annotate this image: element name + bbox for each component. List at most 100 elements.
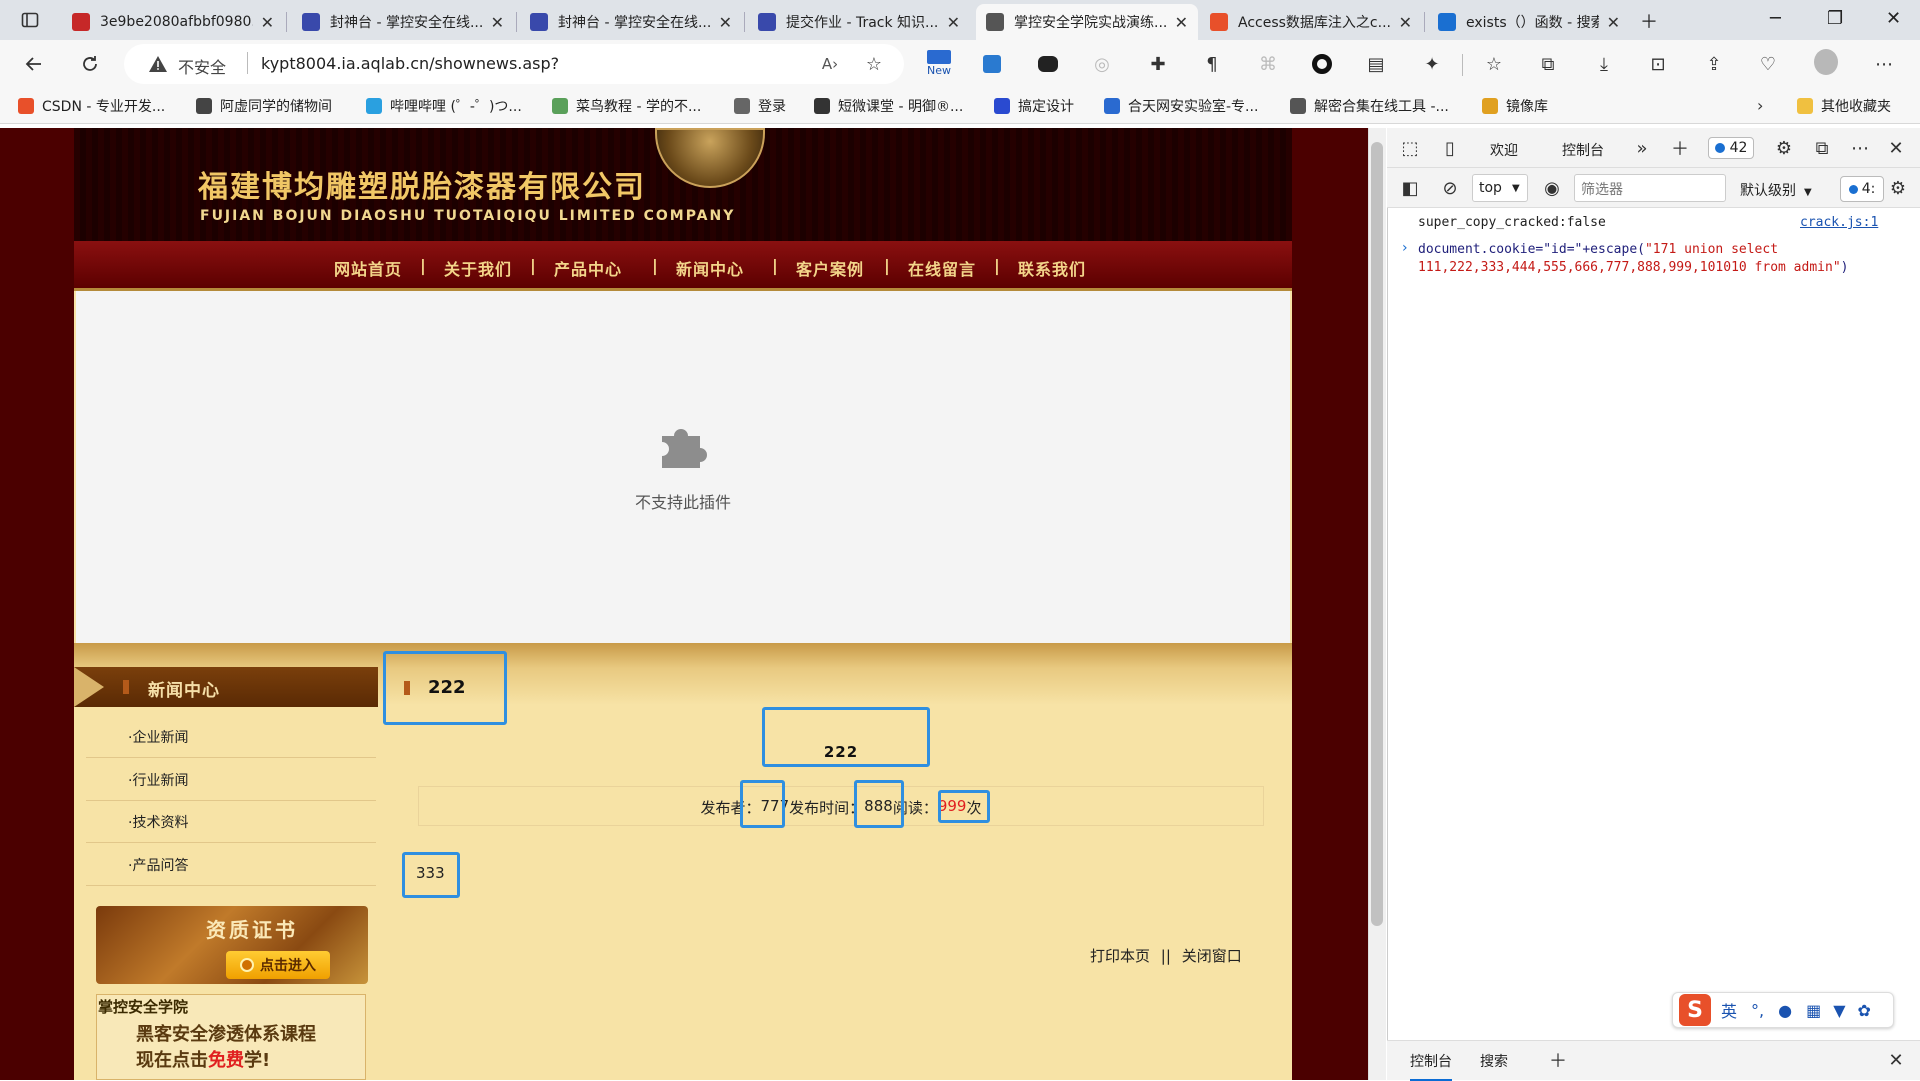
- browser-tab[interactable]: 提交作业 - Track 知识... ✕: [748, 4, 970, 40]
- site-nav-item[interactable]: 客户案例: [796, 256, 864, 280]
- issues-badge[interactable]: 42: [1708, 137, 1754, 159]
- extension-doc-icon[interactable]: ▤: [1364, 52, 1388, 76]
- browser-tab[interactable]: 掌控安全学院实战演练... ✕: [976, 4, 1198, 40]
- restore-icon[interactable]: ❐: [1827, 8, 1843, 29]
- back-icon[interactable]: [22, 52, 46, 76]
- ime-punctuation-icon[interactable]: °,: [1751, 1001, 1764, 1020]
- favorites-icon[interactable]: ☆: [1482, 52, 1506, 76]
- log-level-select[interactable]: 默认级别 ▼: [1740, 180, 1812, 200]
- console-command[interactable]: document.cookie="id="+escape("171 union …: [1418, 241, 1908, 277]
- extension-circle-icon[interactable]: [1310, 52, 1334, 76]
- read-aloud-icon[interactable]: A›: [818, 52, 842, 76]
- browser-tab[interactable]: 3e9be2080afbbf0980... ✕: [62, 4, 284, 40]
- settings-gear-icon[interactable]: ⚙: [1772, 136, 1796, 160]
- console-filter-input[interactable]: 筛选器: [1574, 174, 1726, 202]
- browser-tab[interactable]: 封神台 - 掌控安全在线... ✕: [520, 4, 742, 40]
- bookmark-item[interactable]: 短微课堂 - 明御®...: [814, 95, 963, 117]
- bookmark-item[interactable]: 合天网安实验室-专...: [1104, 95, 1258, 117]
- site-nav-item[interactable]: 网站首页: [334, 256, 402, 280]
- browser-essentials-icon[interactable]: ♡: [1756, 52, 1780, 76]
- translate-icon[interactable]: [980, 52, 1004, 76]
- console-log-source-link[interactable]: crack.js:1: [1800, 215, 1878, 230]
- close-tab-icon[interactable]: ✕: [1175, 13, 1188, 32]
- close-tab-icon[interactable]: ✕: [491, 13, 504, 32]
- bookmark-item[interactable]: 搞定设计: [994, 95, 1074, 117]
- inspect-element-icon[interactable]: ⬚: [1398, 136, 1422, 160]
- ime-language[interactable]: 英: [1721, 998, 1737, 1022]
- bookmark-item[interactable]: 解密合集在线工具 -...: [1290, 95, 1449, 117]
- drawer-close-icon[interactable]: ✕: [1884, 1048, 1908, 1072]
- devtools-tab-console[interactable]: 控制台: [1562, 140, 1604, 170]
- extension-puzzle-plus-icon[interactable]: ✚: [1146, 52, 1170, 76]
- minimize-icon[interactable]: ─: [1770, 8, 1781, 29]
- close-window-icon[interactable]: ✕: [1886, 8, 1901, 29]
- console-settings-gear-icon[interactable]: ⚙: [1886, 176, 1910, 200]
- url-text[interactable]: kypt8004.ia.aqlab.cn/shownews.asp?: [261, 54, 559, 73]
- ime-mic-icon[interactable]: ●: [1778, 1001, 1792, 1020]
- close-tab-icon[interactable]: ✕: [261, 13, 274, 32]
- extension-tool-icon[interactable]: ¶: [1200, 52, 1224, 76]
- browser-tab[interactable]: Access数据库注入之c... ✕: [1200, 4, 1422, 40]
- extension-disabled-icon[interactable]: ◎: [1090, 52, 1114, 76]
- screenshot-icon[interactable]: ⊡: [1646, 52, 1670, 76]
- extensions-icon[interactable]: ✦: [1420, 52, 1444, 76]
- sidebar-menu-item[interactable]: ·行业新闻: [128, 770, 188, 790]
- add-tab-icon[interactable]: ＋: [1668, 136, 1692, 160]
- favorite-add-icon[interactable]: ☆: [862, 52, 886, 76]
- sidebar-menu-item[interactable]: ·技术资料: [128, 812, 188, 832]
- more-tabs-icon[interactable]: »: [1630, 136, 1654, 160]
- close-tab-icon[interactable]: ✕: [719, 13, 732, 32]
- bookmark-item[interactable]: 镜像库: [1482, 95, 1548, 117]
- new-feature-icon[interactable]: New: [925, 50, 953, 80]
- certificate-enter-button[interactable]: 点击进入: [226, 951, 330, 979]
- sidebar-menu-item[interactable]: ·产品问答: [128, 855, 188, 875]
- bookmark-item[interactable]: 阿虚同学的储物间: [196, 95, 332, 117]
- profile-avatar-icon[interactable]: [1814, 49, 1838, 75]
- browser-tab[interactable]: 封神台 - 掌控安全在线... ✕: [292, 4, 514, 40]
- new-tab-icon[interactable]: ＋: [1640, 8, 1658, 34]
- dock-icon[interactable]: ⧉: [1810, 136, 1834, 160]
- devtools-more-icon[interactable]: ⋯: [1848, 136, 1872, 160]
- bookmark-item[interactable]: 菜鸟教程 - 学的不...: [552, 95, 701, 117]
- ime-skin-icon[interactable]: ▼: [1833, 1001, 1845, 1020]
- security-label[interactable]: 不安全: [178, 54, 226, 78]
- drawer-tab-console[interactable]: 控制台: [1410, 1051, 1452, 1081]
- drawer-tab-search[interactable]: 搜索: [1480, 1051, 1508, 1071]
- refresh-icon[interactable]: [78, 52, 102, 76]
- extension-gray-icon[interactable]: ⌘: [1256, 52, 1280, 76]
- live-expression-eye-icon[interactable]: ◉: [1540, 176, 1564, 200]
- site-nav-item[interactable]: 关于我们: [444, 256, 512, 280]
- bookmark-item[interactable]: CSDN - 专业开发...: [18, 95, 165, 117]
- more-menu-icon[interactable]: ⋯: [1872, 52, 1896, 76]
- other-bookmarks[interactable]: 其他收藏夹: [1797, 95, 1891, 117]
- clear-console-icon[interactable]: ⊘: [1438, 176, 1462, 200]
- close-tab-icon[interactable]: ✕: [1399, 13, 1412, 32]
- page-scrollbar-thumb[interactable]: [1371, 142, 1383, 926]
- share-icon[interactable]: ⇪: [1702, 52, 1726, 76]
- warning-icon[interactable]: [146, 52, 170, 76]
- downloads-icon[interactable]: ⤓: [1592, 52, 1616, 76]
- device-emulation-icon[interactable]: ▯: [1438, 136, 1462, 160]
- context-select[interactable]: top ▼: [1472, 174, 1528, 202]
- bookmark-item[interactable]: 登录: [734, 95, 786, 117]
- print-page-link[interactable]: 打印本页: [1090, 947, 1150, 965]
- devtools-close-icon[interactable]: ✕: [1884, 136, 1908, 160]
- extension-mask-icon[interactable]: [1036, 52, 1060, 76]
- site-nav-item[interactable]: 产品中心: [554, 256, 622, 280]
- close-tab-icon[interactable]: ✕: [947, 13, 960, 32]
- sidebar-toggle-icon[interactable]: ◧: [1398, 176, 1422, 200]
- bookmark-item[interactable]: 哔哩哔哩 (゜-゜)つ...: [366, 95, 522, 117]
- tab-actions-icon[interactable]: [18, 8, 42, 32]
- close-window-link[interactable]: 关闭窗口: [1182, 947, 1242, 965]
- drawer-add-icon[interactable]: ＋: [1546, 1048, 1570, 1072]
- browser-tab[interactable]: exists（）函数 - 搜索 ✕: [1428, 4, 1630, 40]
- collections-icon[interactable]: ⧉: [1536, 52, 1560, 76]
- close-tab-icon[interactable]: ✕: [1607, 13, 1620, 32]
- site-nav-item[interactable]: 在线留言: [908, 256, 976, 280]
- issues-badge-small[interactable]: 4:: [1840, 176, 1884, 202]
- site-nav-item[interactable]: 联系我们: [1018, 256, 1086, 280]
- ime-apps-icon[interactable]: ✿: [1858, 1001, 1871, 1020]
- site-nav-item[interactable]: 新闻中心: [676, 256, 744, 280]
- ime-keyboard-icon[interactable]: ▦: [1806, 1001, 1821, 1020]
- bookmarks-overflow-icon[interactable]: ›: [1757, 96, 1763, 115]
